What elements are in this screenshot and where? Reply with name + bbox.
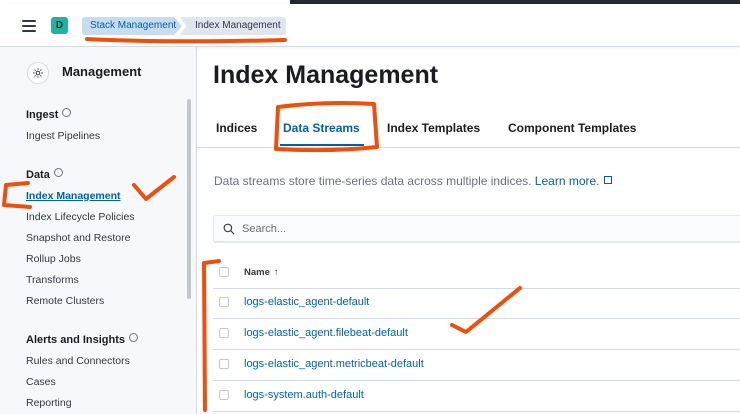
sidebar-item-snapshot-and-restore[interactable]: Snapshot and Restore xyxy=(26,232,131,244)
search-box xyxy=(213,215,740,243)
sidebar-group-ingest: Ingest xyxy=(26,108,72,121)
select-all-checkbox[interactable] xyxy=(219,267,229,277)
search-input[interactable] xyxy=(242,221,722,237)
info-icon xyxy=(129,333,139,342)
sidebar: Management Ingest Ingest Pipelines Data … xyxy=(0,47,197,414)
tab-index-templates[interactable]: Index Templates xyxy=(387,121,480,135)
tab-component-templates[interactable]: Component Templates xyxy=(508,121,636,135)
sidebar-item-ingest-pipelines[interactable]: Ingest Pipelines xyxy=(26,130,100,142)
sidebar-group-alerts-and-insights: Alerts and Insights xyxy=(26,333,139,346)
breadcrumb-stack-management[interactable]: Stack Management xyxy=(82,17,182,35)
table-row: logs-system.auth-default xyxy=(213,380,740,412)
search-icon xyxy=(223,223,235,235)
column-header-name[interactable]: Name ↑ xyxy=(244,267,279,278)
data-streams-description: Data streams store time-series data acro… xyxy=(214,174,612,188)
info-icon xyxy=(62,108,72,117)
main-content: Index Management Indices Data Streams In… xyxy=(197,47,740,414)
sidebar-item-index-management[interactable]: Index Management xyxy=(26,190,121,202)
info-icon xyxy=(53,168,63,177)
row-checkbox[interactable] xyxy=(219,328,229,338)
sidebar-scrollbar[interactable] xyxy=(187,99,191,299)
sidebar-item-rollup-jobs[interactable]: Rollup Jobs xyxy=(26,253,81,265)
data-stream-link[interactable]: logs-system.auth-default xyxy=(244,389,364,401)
data-stream-link[interactable]: logs-elastic_agent.filebeat-default xyxy=(244,327,408,339)
tab-bar: Indices Data Streams Index Templates Com… xyxy=(197,117,740,148)
data-stream-link[interactable]: logs-elastic_agent.metricbeat-default xyxy=(244,358,424,370)
sidebar-title: Management xyxy=(62,64,142,79)
selected-tab-indicator xyxy=(280,144,364,146)
sidebar-item-index-lifecycle-policies[interactable]: Index Lifecycle Policies xyxy=(26,211,135,223)
sidebar-group-data: Data xyxy=(26,168,63,181)
data-stream-link[interactable]: logs-elastic_agent-default xyxy=(244,296,369,308)
table-row: logs-elastic_agent-default xyxy=(213,287,740,319)
row-checkbox[interactable] xyxy=(219,297,229,307)
sidebar-item-transforms[interactable]: Transforms xyxy=(26,274,79,286)
table-row: logs-elastic_agent.metricbeat-default xyxy=(213,349,740,381)
page-title: Index Management xyxy=(213,61,439,89)
sidebar-item-rules-and-connectors[interactable]: Rules and Connectors xyxy=(26,355,130,367)
space-avatar[interactable]: D xyxy=(51,17,68,34)
sidebar-item-remote-clusters[interactable]: Remote Clusters xyxy=(26,295,104,307)
menu-icon[interactable] xyxy=(22,20,36,32)
learn-more-link[interactable]: Learn more. xyxy=(535,174,612,188)
gear-icon xyxy=(27,62,49,84)
header-bar: D Stack Management Index Management xyxy=(0,4,740,47)
external-link-icon xyxy=(603,176,612,184)
table-row: logs-elastic_agent.filebeat-default xyxy=(213,318,740,350)
breadcrumb-index-management: Index Management xyxy=(180,17,286,35)
table-header-row: Name ↑ xyxy=(213,257,740,289)
tab-indices[interactable]: Indices xyxy=(216,121,257,135)
sidebar-item-cases[interactable]: Cases xyxy=(26,376,56,388)
tab-data-streams[interactable]: Data Streams xyxy=(283,121,360,135)
sort-ascending-icon: ↑ xyxy=(273,267,279,278)
row-checkbox[interactable] xyxy=(219,359,229,369)
row-checkbox[interactable] xyxy=(219,390,229,400)
sidebar-item-reporting[interactable]: Reporting xyxy=(26,397,72,409)
